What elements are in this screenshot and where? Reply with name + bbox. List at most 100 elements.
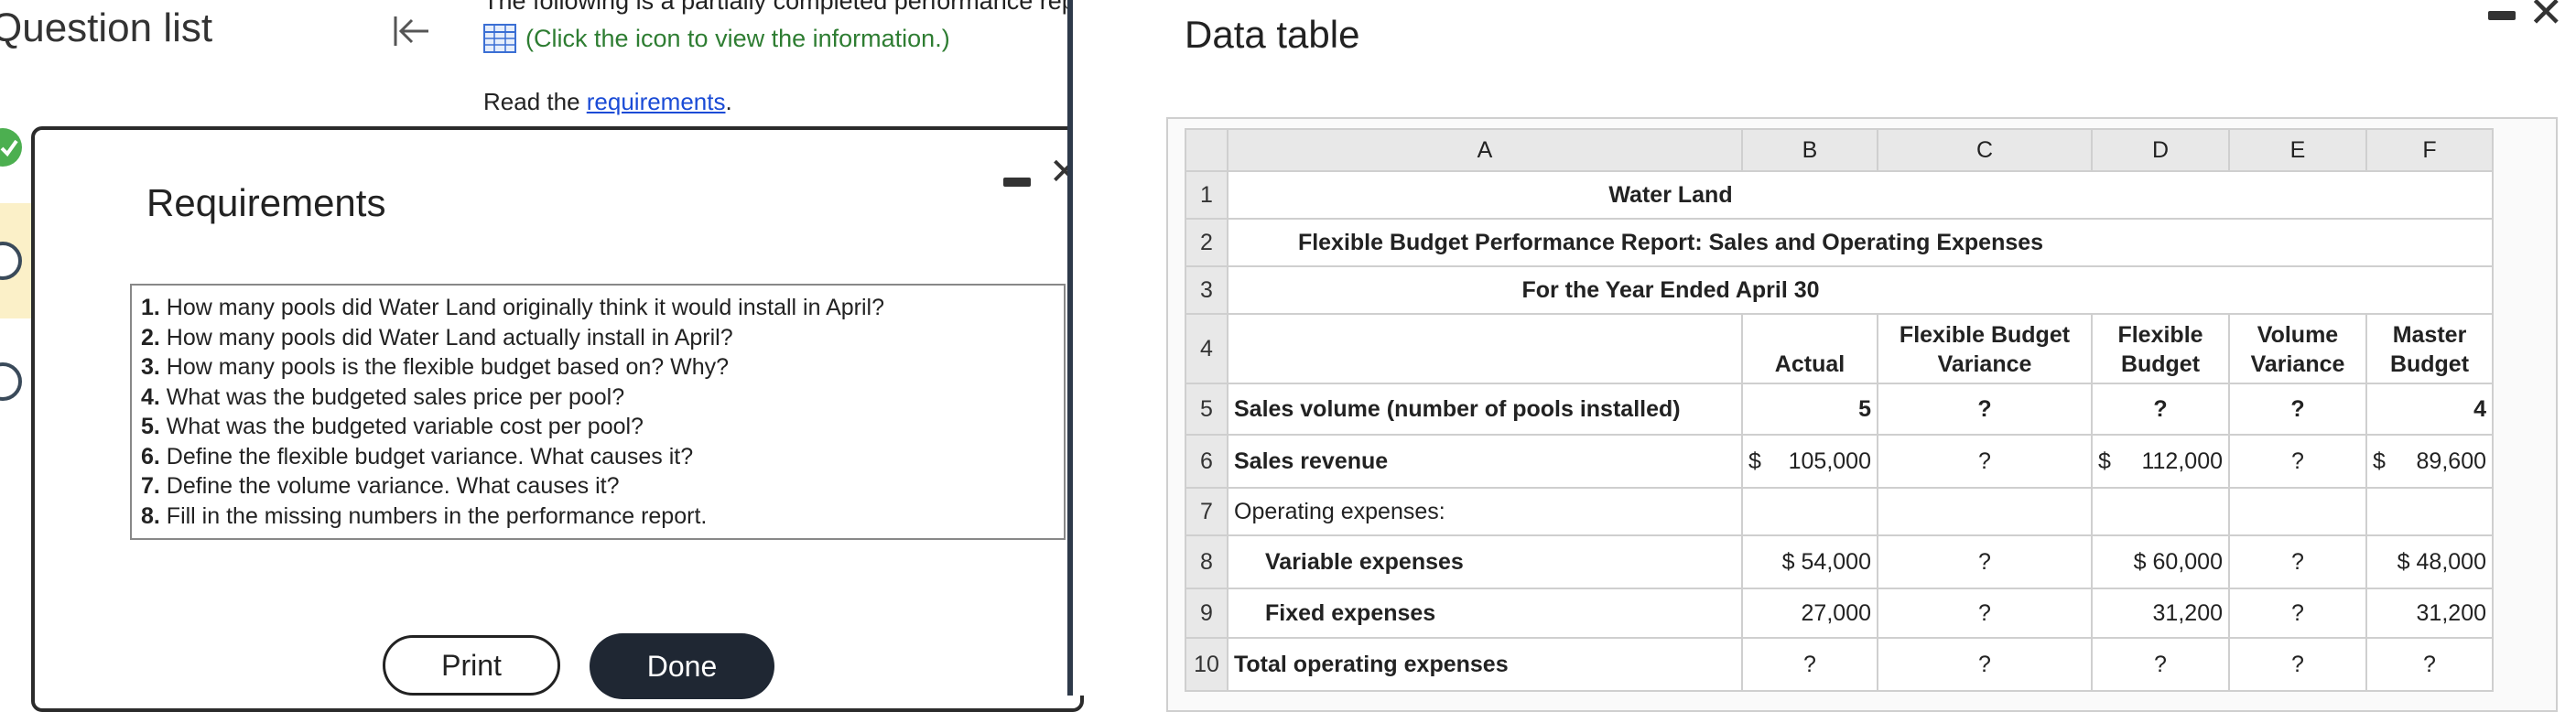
requirement-item: 5. What was the budgeted variable cost p… <box>141 414 644 439</box>
cell-master-budget: 31,200 <box>2365 588 2494 639</box>
cell-fb-variance: ? <box>1877 383 2093 436</box>
row-number: 6 <box>1185 434 1228 489</box>
cell-actual: ? <box>1741 637 1878 692</box>
table-row: 8 Variable expenses $ 54,000 ? $ 60,000 … <box>1185 534 2494 589</box>
print-button[interactable]: Print <box>383 635 560 696</box>
cell <box>1877 487 2093 536</box>
cell-flexible-budget: ? <box>2091 383 2230 436</box>
column-header: B <box>1741 128 1878 172</box>
table-row: 9 Fixed expenses 27,000 ? 31,200 ? 31,20… <box>1185 588 2494 639</box>
table-row: 5 Sales volume (number of pools installe… <box>1185 383 2494 436</box>
cell-actual: $ 54,000 <box>1741 534 1878 589</box>
cell-flexible-budget: $112,000 <box>2091 434 2230 489</box>
corner-cell <box>1185 128 1228 172</box>
table-row: 3 For the Year Ended April 30 <box>1185 265 2494 315</box>
cell-flexible-budget: ? <box>2091 637 2230 692</box>
row-label: Total operating expenses <box>1227 637 1743 692</box>
table-row: 1 Water Land <box>1185 170 2494 220</box>
requirements-title: Requirements <box>146 181 386 224</box>
read-suffix: . <box>725 88 732 115</box>
requirement-item: 7. Define the volume variance. What caus… <box>141 473 620 499</box>
cell-fb-variance: ? <box>1877 588 2093 639</box>
cell-master-budget: ? <box>2365 637 2494 692</box>
read-prefix: Read the <box>483 88 587 115</box>
requirement-item: 2. How many pools did Water Land actuall… <box>141 324 733 351</box>
row-number: 4 <box>1185 313 1228 384</box>
table-row: 10 Total operating expenses ? ? ? ? ? <box>1185 637 2494 692</box>
row-number: 10 <box>1185 637 1228 692</box>
cell-fb-variance: ? <box>1877 534 2093 589</box>
column-header: D <box>2091 128 2230 172</box>
data-table-icon[interactable] <box>483 24 516 53</box>
cell-master-budget: 4 <box>2365 383 2494 436</box>
requirements-modal: Requirements ✕ 1. How many pools did Wat… <box>31 126 1084 712</box>
cell-master-budget: $ 48,000 <box>2365 534 2494 589</box>
header-master-budget: Master Budget <box>2365 313 2494 384</box>
cell-master-budget: $89,600 <box>2365 434 2494 489</box>
cell-fb-variance: ? <box>1877 637 2093 692</box>
cell-flexible-budget: 31,200 <box>2091 588 2230 639</box>
collapse-left-icon[interactable] <box>386 9 438 53</box>
cell <box>2365 487 2494 536</box>
info-link-text[interactable]: (Click the icon to view the information.… <box>525 25 950 53</box>
cell <box>1227 313 1743 384</box>
requirement-item: 8. Fill in the missing numbers in the pe… <box>141 502 708 529</box>
data-table-title: Data table <box>1185 13 1360 56</box>
cell-volume-variance: ? <box>2228 637 2367 692</box>
question-incomplete-circle-icon[interactable] <box>0 362 22 401</box>
requirement-item: 4. What was the budgeted sales price per… <box>141 383 625 410</box>
table-row: 2 Flexible Budget Performance Report: Sa… <box>1185 218 2494 267</box>
row-label: Variable expenses <box>1227 534 1743 589</box>
table-row: 4 Actual Flexible Budget Variance Flexibl… <box>1185 313 2494 384</box>
requirement-item: 1. How many pools did Water Land origina… <box>141 295 884 320</box>
header-volume-variance: Volume Variance <box>2228 313 2367 384</box>
cell <box>2228 487 2367 536</box>
question-text: The following is a partially completed p… <box>483 0 1089 15</box>
report-title: Flexible Budget Performance Report: Sale… <box>1227 218 2494 267</box>
row-number: 8 <box>1185 534 1228 589</box>
row-label: Fixed expenses <box>1227 588 1743 639</box>
spreadsheet: A B C D E F 1 Water Land 2 Flexible Budg… <box>1185 128 2494 692</box>
cell <box>2091 487 2230 536</box>
column-header: F <box>2365 128 2494 172</box>
column-header: E <box>2228 128 2367 172</box>
row-label: Sales volume (number of pools installed) <box>1227 383 1743 436</box>
cell-volume-variance: ? <box>2228 588 2367 639</box>
read-requirements: Read the requirements. <box>483 88 732 116</box>
done-button[interactable]: Done <box>590 633 774 699</box>
info-link[interactable]: (Click the icon to view the information.… <box>483 24 950 53</box>
cell-volume-variance: ? <box>2228 434 2367 489</box>
cell-volume-variance: ? <box>2228 534 2367 589</box>
cell-fb-variance: ? <box>1877 434 2093 489</box>
row-number: 9 <box>1185 588 1228 639</box>
cell-actual: 5 <box>1741 383 1878 436</box>
cell-actual: 27,000 <box>1741 588 1878 639</box>
cell <box>1741 487 1878 536</box>
requirements-list: 1. How many pools did Water Land origina… <box>130 284 1066 540</box>
row-number: 7 <box>1185 487 1228 536</box>
row-number: 1 <box>1185 170 1228 220</box>
requirement-item: 3. How many pools is the flexible budget… <box>141 354 730 380</box>
cell-volume-variance: ? <box>2228 383 2367 436</box>
row-number: 5 <box>1185 383 1228 436</box>
header-flexible-budget: Flexible Budget <box>2091 313 2230 384</box>
requirements-link[interactable]: requirements <box>587 88 726 115</box>
column-header: C <box>1877 128 2093 172</box>
close-icon[interactable]: ✕ <box>2528 0 2564 33</box>
question-list-title: Question list <box>0 5 213 50</box>
table-row: 7 Operating expenses: <box>1185 487 2494 536</box>
question-complete-check-icon[interactable] <box>0 128 22 167</box>
data-table-panel: Data table ✕ A B C D E F 1 Water Land 2 … <box>1073 0 2576 712</box>
company-name: Water Land <box>1227 170 2494 220</box>
row-number: 3 <box>1185 265 1228 315</box>
header-actual: Actual <box>1741 313 1878 384</box>
row-label: Sales revenue <box>1227 434 1743 489</box>
cell-flexible-budget: $ 60,000 <box>2091 534 2230 589</box>
header-flexible-budget-variance: Flexible Budget Variance <box>1877 313 2093 384</box>
table-row: 6 Sales revenue $105,000 ? $112,000 ? $8… <box>1185 434 2494 489</box>
report-period: For the Year Ended April 30 <box>1227 265 2494 315</box>
column-header: A <box>1227 128 1743 172</box>
minimize-icon[interactable] <box>2488 11 2516 20</box>
cell-actual: $105,000 <box>1741 434 1878 489</box>
minimize-icon[interactable] <box>1003 178 1031 187</box>
